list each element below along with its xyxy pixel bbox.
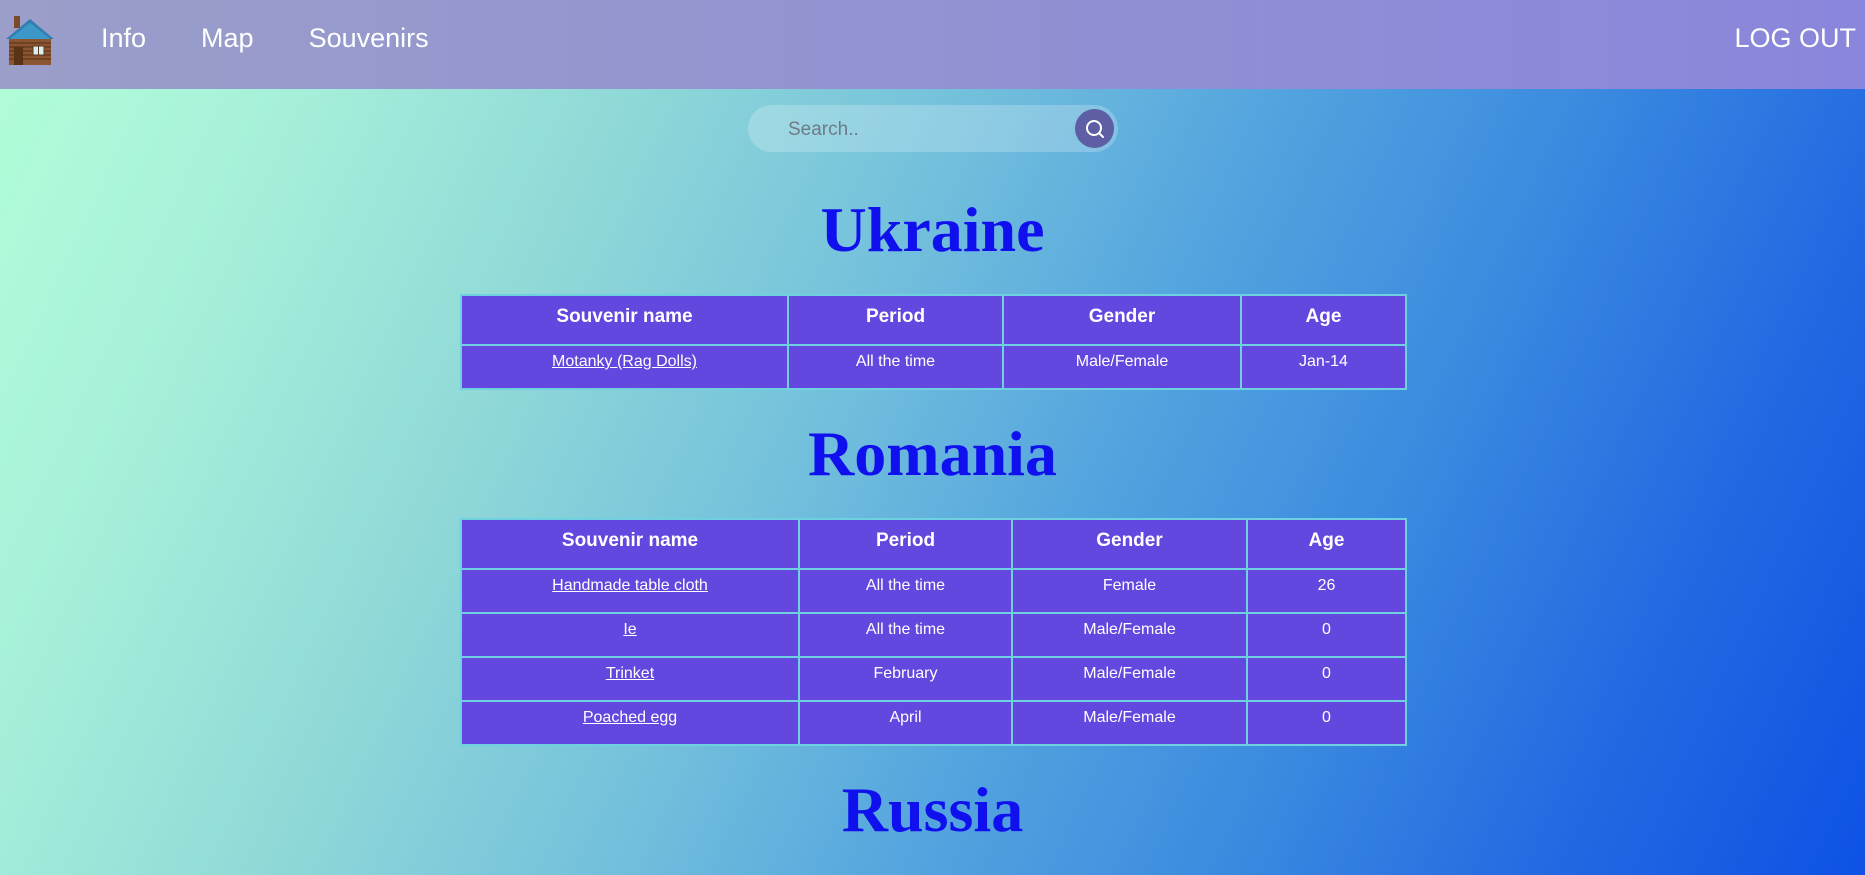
table-row: Trinket February Male/Female 0: [460, 656, 1407, 702]
column-header-age: Age: [1246, 518, 1407, 570]
table-row: Handmade table cloth All the time Female…: [460, 568, 1407, 614]
search-input[interactable]: [786, 105, 1070, 154]
period-cell: All the time: [798, 612, 1013, 658]
gender-cell: Male/Female: [1011, 700, 1248, 746]
souvenir-link[interactable]: Trinket: [606, 665, 654, 682]
country-heading-romania: Romania: [808, 418, 1057, 489]
nav-link-info[interactable]: Info: [101, 23, 146, 54]
souvenir-link[interactable]: Ie: [623, 621, 636, 638]
country-heading-ukraine: Ukraine: [820, 194, 1045, 265]
souvenir-link[interactable]: Handmade table cloth: [552, 577, 708, 594]
column-header-gender: Gender: [1011, 518, 1248, 570]
period-cell: All the time: [787, 344, 1004, 390]
age-cell: 0: [1246, 612, 1407, 658]
log-cabin-icon[interactable]: [4, 13, 56, 67]
age-cell: 26: [1246, 568, 1407, 614]
age-cell: 0: [1246, 656, 1407, 702]
column-header-period: Period: [787, 294, 1004, 346]
nav-link-map[interactable]: Map: [201, 23, 254, 54]
period-cell: February: [798, 656, 1013, 702]
logout-button[interactable]: LOG OUT: [1734, 0, 1856, 76]
souvenir-name-cell: Trinket: [460, 656, 800, 702]
table-row: Ie All the time Male/Female 0: [460, 612, 1407, 658]
table-row: Poached egg April Male/Female 0: [460, 700, 1407, 746]
country-heading-russia: Russia: [841, 774, 1024, 845]
navbar: Info Map Souvenirs LOG OUT: [0, 0, 1865, 89]
gender-cell: Male/Female: [1002, 344, 1242, 390]
age-cell: Jan-14: [1240, 344, 1407, 390]
column-header-period: Period: [798, 518, 1013, 570]
table-header-row: Souvenir name Period Gender Age: [460, 294, 1407, 346]
souvenir-name-cell: Poached egg: [460, 700, 800, 746]
table-row: Motanky (Rag Dolls) All the time Male/Fe…: [460, 344, 1407, 390]
nav-link-souvenirs[interactable]: Souvenirs: [309, 23, 429, 54]
column-header-souvenir-name: Souvenir name: [460, 294, 789, 346]
age-cell: 0: [1246, 700, 1407, 746]
souvenir-name-cell: Motanky (Rag Dolls): [460, 344, 789, 390]
period-cell: All the time: [798, 568, 1013, 614]
table-header-row: Souvenir name Period Gender Age: [460, 518, 1407, 570]
column-header-gender: Gender: [1002, 294, 1242, 346]
souvenir-name-cell: Ie: [460, 612, 800, 658]
column-header-age: Age: [1240, 294, 1407, 346]
gender-cell: Male/Female: [1011, 612, 1248, 658]
souvenir-link[interactable]: Poached egg: [583, 709, 677, 726]
souvenir-table-romania: Souvenir name Period Gender Age Handmade…: [460, 518, 1407, 746]
souvenir-name-cell: Handmade table cloth: [460, 568, 800, 614]
search-button[interactable]: [1075, 109, 1114, 148]
souvenir-link[interactable]: Motanky (Rag Dolls): [552, 353, 697, 370]
souvenir-table-ukraine: Souvenir name Period Gender Age Motanky …: [460, 294, 1407, 390]
nav-links: Info Map Souvenirs: [101, 0, 484, 76]
search-bar: [748, 105, 1118, 154]
column-header-souvenir-name: Souvenir name: [460, 518, 800, 570]
gender-cell: Female: [1011, 568, 1248, 614]
period-cell: April: [798, 700, 1013, 746]
gender-cell: Male/Female: [1011, 656, 1248, 702]
search-icon: [1085, 119, 1104, 138]
